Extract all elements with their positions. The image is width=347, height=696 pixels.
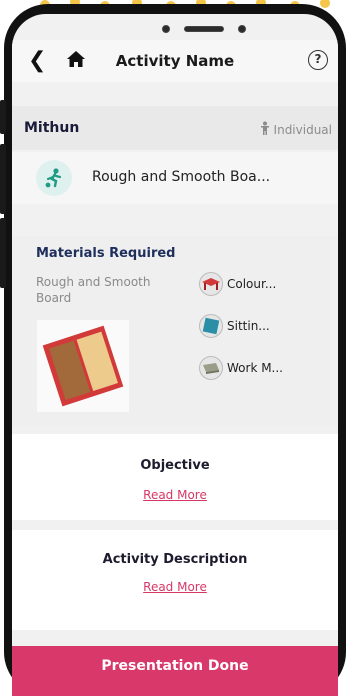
material-item-label: Work M... (227, 361, 283, 375)
camera-icon (238, 25, 246, 33)
phone-notch (146, 16, 262, 42)
activity-mode: Individual (260, 121, 332, 138)
decor-dot (320, 0, 330, 8)
material-item-label: Sittin... (227, 319, 270, 333)
page-title: Activity Name (115, 52, 235, 70)
student-bar: Mithun Individual (12, 106, 338, 150)
objective-card: Objective Read More (12, 434, 338, 520)
material-item[interactable]: Sittin... (199, 314, 270, 338)
work-mat-icon (199, 356, 223, 380)
activity-row[interactable]: Rough and Smooth Boa... (12, 152, 338, 204)
activity-description-card: Activity Description Read More (12, 530, 338, 630)
student-name: Mithun (24, 120, 80, 136)
material-item[interactable]: Colour... (199, 272, 276, 296)
person-icon (260, 121, 270, 138)
app-header: ❮ Activity Name ? (12, 40, 338, 82)
material-item-label: Colour... (227, 277, 277, 291)
help-icon[interactable]: ? (308, 50, 328, 70)
objective-title: Objective (140, 458, 210, 473)
phone-side-button (0, 100, 6, 134)
materials-title: Materials Required (36, 246, 176, 261)
presentation-done-button[interactable]: Presentation Done (12, 646, 338, 696)
activity-description-read-more-link[interactable]: Read More (12, 580, 338, 594)
activity-description-title: Activity Description (102, 552, 248, 567)
mat-icon (199, 314, 223, 338)
app-screen: ❮ Activity Name ? Mithun Individual Roug… (12, 14, 338, 696)
phone-side-button (0, 218, 6, 288)
activity-mode-label: Individual (273, 122, 332, 137)
material-item[interactable]: Work M... (199, 356, 283, 380)
objective-read-more-link[interactable]: Read More (12, 488, 338, 502)
speaker-icon (184, 26, 224, 32)
camera-icon (162, 25, 170, 33)
board-image (37, 320, 129, 412)
activity-kick-icon (36, 160, 72, 196)
materials-section: Materials Required Rough and Smooth Boar… (12, 236, 338, 426)
activity-name: Rough and Smooth Boa... (92, 169, 271, 185)
phone-side-button (0, 144, 6, 214)
table-icon (199, 272, 223, 296)
materials-description: Rough and Smooth Board (36, 275, 151, 305)
